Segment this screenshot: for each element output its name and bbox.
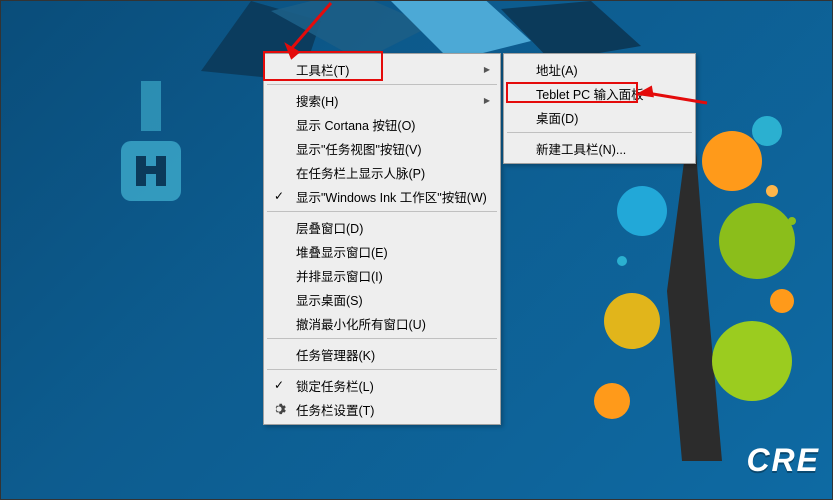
submenu-item-desktop[interactable]: 桌面(D) [506, 105, 693, 129]
menu-item-label: 在任务栏上显示人脉(P) [296, 163, 425, 182]
menu-item-toolbars[interactable]: 工具栏(T) [266, 57, 498, 81]
menu-item-label: 搜索(H) [296, 91, 338, 110]
wallpaper-text: CRE [746, 442, 820, 479]
menu-separator [267, 84, 497, 85]
menu-item-cortana-button[interactable]: 显示 Cortana 按钮(O) [266, 112, 498, 136]
menu-item-windows-ink-button[interactable]: ✓ 显示"Windows Ink 工作区"按钮(W) [266, 184, 498, 208]
checkmark-icon: ✓ [274, 378, 284, 392]
menu-item-show-people[interactable]: 在任务栏上显示人脉(P) [266, 160, 498, 184]
menu-item-task-manager[interactable]: 任务管理器(K) [266, 342, 498, 366]
menu-separator [267, 338, 497, 339]
menu-item-search[interactable]: 搜索(H) [266, 88, 498, 112]
checkmark-icon: ✓ [274, 189, 284, 203]
menu-item-label: 显示桌面(S) [296, 290, 363, 309]
menu-item-label: 堆叠显示窗口(E) [296, 242, 388, 261]
menu-separator [267, 211, 497, 212]
menu-item-label: 任务栏设置(T) [296, 400, 374, 419]
menu-item-side-by-side[interactable]: 并排显示窗口(I) [266, 263, 498, 287]
menu-item-label: 新建工具栏(N)... [536, 139, 626, 158]
menu-item-label: Teblet PC 输入面板 [536, 84, 644, 103]
menu-item-cascade-windows[interactable]: 层叠窗口(D) [266, 215, 498, 239]
menu-item-label: 显示"任务视图"按钮(V) [296, 139, 422, 158]
menu-item-label: 地址(A) [536, 60, 578, 79]
menu-item-label: 层叠窗口(D) [296, 218, 363, 237]
menu-item-task-view-button[interactable]: 显示"任务视图"按钮(V) [266, 136, 498, 160]
menu-item-taskbar-settings[interactable]: 任务栏设置(T) [266, 397, 498, 421]
submenu-item-tablet-pc-input-panel[interactable]: Teblet PC 输入面板 [506, 81, 693, 105]
desktop-viewport: CRE 工具栏(T) 搜索(H) 显示 Cortana 按钮(O) 显示"任务视… [0, 0, 833, 500]
menu-item-label: 工具栏(T) [296, 60, 349, 79]
menu-separator [507, 132, 692, 133]
menu-item-show-desktop[interactable]: 显示桌面(S) [266, 287, 498, 311]
menu-item-stack-windows[interactable]: 堆叠显示窗口(E) [266, 239, 498, 263]
submenu-item-new-toolbar[interactable]: 新建工具栏(N)... [506, 136, 693, 160]
menu-separator [267, 369, 497, 370]
menu-item-label: 桌面(D) [536, 108, 578, 127]
menu-item-lock-taskbar[interactable]: ✓ 锁定任务栏(L) [266, 373, 498, 397]
menu-item-undo-minimize[interactable]: 撤消最小化所有窗口(U) [266, 311, 498, 335]
submenu-item-address[interactable]: 地址(A) [506, 57, 693, 81]
toolbars-submenu: 地址(A) Teblet PC 输入面板 桌面(D) 新建工具栏(N)... [503, 53, 696, 164]
menu-item-label: 显示"Windows Ink 工作区"按钮(W) [296, 187, 487, 206]
menu-item-label: 撤消最小化所有窗口(U) [296, 314, 426, 333]
menu-item-label: 显示 Cortana 按钮(O) [296, 115, 415, 134]
taskbar-context-menu: 工具栏(T) 搜索(H) 显示 Cortana 按钮(O) 显示"任务视图"按钮… [263, 53, 501, 425]
menu-item-label: 任务管理器(K) [296, 345, 375, 364]
menu-item-label: 锁定任务栏(L) [296, 376, 374, 395]
menu-item-label: 并排显示窗口(I) [296, 266, 383, 285]
gear-icon [272, 402, 286, 416]
